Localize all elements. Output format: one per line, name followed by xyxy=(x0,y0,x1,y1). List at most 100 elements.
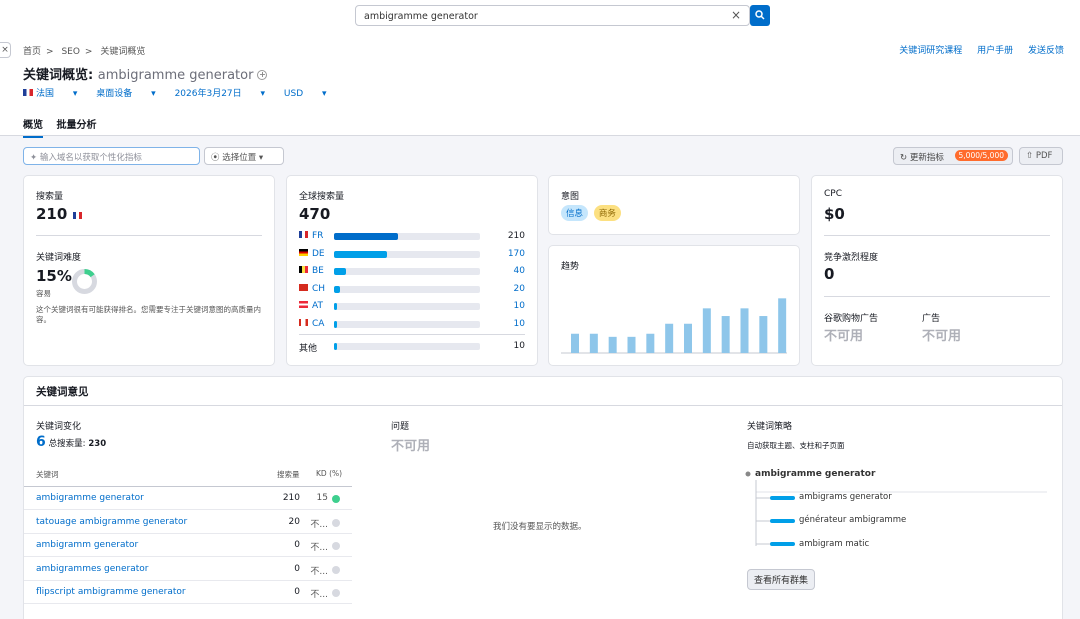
keyword-link[interactable]: tatouage ambigramme generator xyxy=(36,517,187,527)
country-select[interactable]: 法国 ▾ xyxy=(23,89,77,99)
global-label: 全球搜索量 xyxy=(299,192,345,202)
device-select[interactable]: 桌面设备 ▾ xyxy=(96,89,155,99)
at-flag-icon xyxy=(299,301,308,309)
be-flag-icon xyxy=(299,266,308,274)
france-flag-icon xyxy=(72,212,82,219)
country-row-other: 其他 10 xyxy=(299,341,525,354)
trend-chart xyxy=(561,298,787,354)
questions-value: 不可用 xyxy=(391,439,431,454)
breadcrumb-current: 关键词概览 xyxy=(100,47,146,57)
kd-dot xyxy=(332,542,340,550)
trend-bar[interactable] xyxy=(721,316,730,353)
quota-badge: 5,000/5,000 xyxy=(954,150,1008,161)
trend-bar[interactable] xyxy=(589,333,598,353)
tab-bulk[interactable]: 批量分析 xyxy=(56,120,96,136)
tabs: 概览 批量分析 xyxy=(23,116,106,138)
table-row: ambigrammes generator 0 不... xyxy=(24,558,352,581)
domain-input[interactable]: ✦ 输入域名以获取个性化指标 xyxy=(23,147,200,165)
keyword-link[interactable]: ambigramme generator xyxy=(36,493,144,503)
trend-bar[interactable] xyxy=(759,316,768,353)
add-icon[interactable]: + xyxy=(257,70,268,80)
breadcrumb: 首页 > SEO > 关键词概览 xyxy=(23,47,146,57)
kd-label: 关键词难度 xyxy=(36,253,82,263)
update-metrics-button[interactable]: ↻ 更新指标 5,000/5,000 xyxy=(893,147,1013,165)
trend-bar[interactable] xyxy=(571,333,579,353)
filters: 法国 ▾ 桌面设备 ▾ 2026年3月27日 ▾ USD ▾ xyxy=(23,86,343,99)
trend-bar[interactable] xyxy=(665,323,674,353)
date-select[interactable]: 2026年3月27日 ▾ xyxy=(175,89,265,99)
trend-bar[interactable] xyxy=(740,308,749,353)
tab-overview[interactable]: 概览 xyxy=(23,120,43,138)
global-value: 470 xyxy=(299,205,331,223)
shopping-label: 谷歌购物广告 xyxy=(824,314,879,324)
course-link[interactable]: 关键词研究课程 xyxy=(899,46,962,56)
ads-label: 广告 xyxy=(922,314,941,324)
trend-bar[interactable] xyxy=(684,323,692,353)
ch-flag-icon xyxy=(299,283,308,291)
trend-bar[interactable] xyxy=(646,333,655,353)
country-row-ca: CA 10 xyxy=(299,319,525,331)
no-data-message: 我们没有要显示的数据。 xyxy=(493,522,587,532)
ads-value: 不可用 xyxy=(922,329,962,344)
strategy-child[interactable]: ambigrams generator xyxy=(799,492,892,502)
strategy-tree-lines xyxy=(745,471,1047,546)
country-row-fr: FR 210 xyxy=(299,231,525,243)
keyword-link[interactable]: ambigrammes generator xyxy=(36,564,149,574)
collapse-sidebar-icon[interactable]: × xyxy=(0,42,11,58)
keyword-link[interactable]: flipscript ambigramme generator xyxy=(36,587,186,597)
trend-bar[interactable] xyxy=(627,336,636,353)
ideas-title: 关键词意见 xyxy=(36,386,89,398)
country-row-be: BE 40 xyxy=(299,266,525,278)
table-row: ambigramm generator 0 不... xyxy=(24,534,352,557)
currency-select[interactable]: USD ▾ xyxy=(284,89,327,99)
strategy-root[interactable]: ambigramme generator xyxy=(755,469,875,479)
table-row: flipscript ambigramme generator 0 不... xyxy=(24,581,352,604)
fr-flag-icon xyxy=(299,231,308,238)
strategy-child[interactable]: générateur ambigramme xyxy=(799,515,906,525)
intent-info-badge: 信息 xyxy=(561,205,589,221)
search-icon xyxy=(755,10,765,20)
search-input[interactable]: ambigramme generator × xyxy=(355,5,750,26)
cpc-label: CPC xyxy=(824,189,842,199)
page-title: 关键词概览: ambigramme generator + xyxy=(23,68,268,83)
competition-label: 竞争激烈程度 xyxy=(824,253,879,263)
kd-dot xyxy=(332,565,340,574)
manual-link[interactable]: 用户手册 xyxy=(977,46,1013,56)
kd-dot xyxy=(332,589,340,597)
cpc-value: $0 xyxy=(824,205,845,223)
intent-tags: 信息 商务 xyxy=(561,205,623,221)
breadcrumb-seo[interactable]: SEO xyxy=(61,47,79,57)
france-flag-icon xyxy=(23,89,33,96)
questions-label: 问题 xyxy=(391,422,410,432)
strategy-child[interactable]: ambigram matic xyxy=(799,539,869,549)
breadcrumb-home[interactable]: 首页 xyxy=(23,47,41,57)
trend-bar[interactable] xyxy=(778,298,787,353)
strategy-desc: 自动获取主题、支柱和子页面 xyxy=(747,441,845,450)
search-button[interactable] xyxy=(750,5,770,26)
de-flag-icon xyxy=(299,248,308,256)
variations-summary: 6 总搜索量: 230 xyxy=(36,434,107,450)
header-links: 关键词研究课程 用户手册 发送反馈 xyxy=(887,43,1064,56)
intent-commercial-badge: 商务 xyxy=(593,205,621,221)
shopping-value: 不可用 xyxy=(824,329,864,344)
variations-label: 关键词变化 xyxy=(36,422,82,432)
kd-description: 这个关键词很有可能获得排名。您需要专注于关键词意图的高质量内容。 xyxy=(36,305,261,324)
variations-count[interactable]: 6 xyxy=(36,434,46,450)
competition-value: 0 xyxy=(824,265,835,283)
ca-flag-icon xyxy=(299,319,308,326)
feedback-link[interactable]: 发送反馈 xyxy=(1028,46,1064,56)
pdf-button[interactable]: ⇧ PDF xyxy=(1019,147,1063,165)
keyword-link[interactable]: ambigramm generator xyxy=(36,540,138,550)
col-kd: KD (%) xyxy=(316,469,343,478)
trend-bar[interactable] xyxy=(702,308,711,353)
kd-value: 15% xyxy=(36,267,72,285)
kd-gauge xyxy=(72,269,97,294)
clear-icon[interactable]: × xyxy=(731,8,741,22)
volume-value: 210 xyxy=(36,205,85,223)
trend-bar[interactable] xyxy=(608,336,617,353)
kd-dot xyxy=(332,518,340,527)
location-select[interactable]: ⦿ 选择位置 ▾ xyxy=(204,147,284,165)
view-all-clusters-button[interactable]: 查看所有群集 xyxy=(747,569,816,590)
table-row: tatouage ambigramme generator 20 不... xyxy=(24,511,352,534)
volume-label: 搜索量 xyxy=(36,192,64,202)
